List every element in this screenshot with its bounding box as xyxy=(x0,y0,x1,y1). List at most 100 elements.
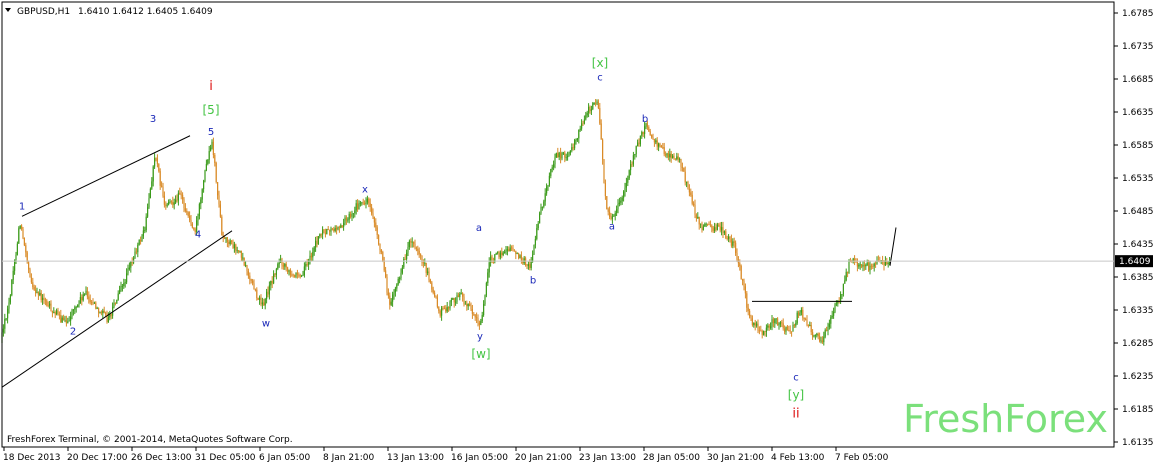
candle xyxy=(541,206,543,211)
candle xyxy=(98,307,100,318)
candle xyxy=(240,250,242,262)
candle xyxy=(539,211,541,224)
candle xyxy=(70,311,72,326)
candle xyxy=(473,312,475,316)
candle xyxy=(761,329,763,339)
candle xyxy=(873,262,875,272)
candle xyxy=(317,235,319,245)
candle xyxy=(716,222,718,231)
candle xyxy=(273,270,275,285)
candle xyxy=(456,292,458,305)
candle xyxy=(117,290,119,301)
candle xyxy=(53,307,55,314)
candle xyxy=(382,250,384,263)
y-tick-label: 1.6285 xyxy=(1122,339,1154,349)
price-chart[interactable]: 1 2 3 4 5 [5] i w x a y [w] b [x] c a b c [y] ii 1.6785 1.67… xyxy=(0,0,1154,465)
candle xyxy=(439,309,441,318)
candle xyxy=(239,250,241,253)
candle xyxy=(648,125,650,132)
candle xyxy=(189,211,191,223)
candle xyxy=(77,304,79,308)
chart-window[interactable]: 1 2 3 4 5 [5] i w x a y [w] b [x] c a b c [y] ii 1.6785 1.67… xyxy=(0,0,1154,465)
candle xyxy=(109,310,111,321)
candle xyxy=(764,330,766,337)
candle xyxy=(596,99,598,106)
candle xyxy=(778,322,780,330)
candle xyxy=(63,314,65,321)
wave-label: 2 xyxy=(70,326,76,337)
candle xyxy=(806,315,808,327)
candle xyxy=(89,294,91,305)
candle xyxy=(218,190,220,208)
candle xyxy=(504,249,506,254)
candle xyxy=(555,152,557,158)
candle xyxy=(203,179,205,193)
candle xyxy=(561,151,563,161)
candle xyxy=(305,261,307,271)
x-tick-label: 13 Jan 13:00 xyxy=(387,453,444,463)
candle xyxy=(441,305,443,321)
candle xyxy=(845,268,847,282)
candle xyxy=(562,151,564,156)
candle xyxy=(99,311,101,314)
candle xyxy=(869,260,871,275)
candle xyxy=(847,271,849,278)
candle xyxy=(880,260,882,265)
candle xyxy=(210,144,212,152)
candle xyxy=(49,301,51,309)
candle xyxy=(807,324,809,328)
candle xyxy=(747,303,749,316)
wave-label: w xyxy=(262,319,270,330)
candle xyxy=(299,273,301,279)
candle xyxy=(327,226,329,231)
candle xyxy=(179,187,181,195)
candle xyxy=(212,137,214,159)
candle xyxy=(226,236,228,248)
candle xyxy=(560,147,562,164)
candle xyxy=(308,258,310,270)
candle xyxy=(501,247,503,259)
candle xyxy=(509,244,511,252)
candle xyxy=(161,181,163,188)
candle xyxy=(602,138,604,165)
candle xyxy=(485,281,487,298)
candle xyxy=(702,224,704,231)
candle xyxy=(177,190,179,206)
candle xyxy=(107,312,109,323)
candle xyxy=(567,151,569,161)
candle xyxy=(393,289,395,300)
candle xyxy=(527,261,529,270)
candle xyxy=(751,315,753,327)
candle xyxy=(533,244,535,255)
candle xyxy=(455,297,457,306)
y-tick-label: 1.6485 xyxy=(1122,207,1154,217)
candle xyxy=(40,290,42,303)
candle xyxy=(184,203,186,213)
candle xyxy=(816,332,818,338)
x-tick-label: 8 Jan 21:00 xyxy=(323,453,375,463)
candle xyxy=(774,317,776,328)
candle xyxy=(432,286,434,295)
candle xyxy=(93,301,95,305)
candle xyxy=(316,235,318,248)
candle xyxy=(683,167,685,172)
candle xyxy=(508,246,510,252)
candle xyxy=(18,226,20,244)
candle xyxy=(859,261,861,270)
candle xyxy=(154,153,156,169)
candle xyxy=(540,203,542,215)
wave-label: [w] xyxy=(471,347,490,361)
candle xyxy=(483,300,485,317)
candle xyxy=(7,305,9,324)
candle xyxy=(833,307,835,319)
candle xyxy=(365,197,367,209)
candle xyxy=(536,224,538,241)
candle xyxy=(711,224,713,233)
candle xyxy=(4,313,6,334)
candle xyxy=(124,279,126,288)
candle xyxy=(600,119,602,140)
x-tick-label: 20 Dec 17:00 xyxy=(67,453,128,463)
candle xyxy=(620,196,622,206)
candle xyxy=(775,318,777,325)
candle xyxy=(715,223,717,232)
